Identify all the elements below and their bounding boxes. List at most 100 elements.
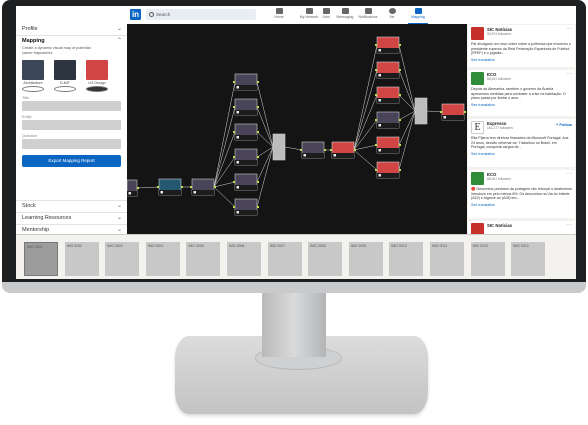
option-thumbnail-ux-design[interactable] bbox=[86, 60, 108, 80]
title-field[interactable] bbox=[22, 101, 121, 111]
network-icon bbox=[305, 8, 313, 14]
option-thumbnail-dmit[interactable] bbox=[54, 60, 76, 80]
option-label: Architecture bbox=[23, 81, 43, 85]
map-node[interactable] bbox=[375, 61, 401, 79]
strip-thumbnail[interactable]: IMG 0005 bbox=[186, 242, 221, 276]
map-node[interactable] bbox=[157, 178, 183, 196]
entity-field[interactable] bbox=[22, 120, 121, 130]
map-junction[interactable] bbox=[414, 97, 428, 125]
mapping-icon bbox=[414, 8, 422, 14]
avatar[interactable] bbox=[471, 72, 484, 85]
feed-card[interactable]: ECO 68,541 followers ··· 🔴 Descontos prev… bbox=[468, 170, 575, 218]
feed-author[interactable]: SIC Notícias bbox=[487, 223, 512, 228]
map-edge bbox=[353, 69, 378, 151]
nav-home-label: Home bbox=[274, 15, 284, 19]
strip-thumbnail[interactable]: IMG 0008 bbox=[308, 242, 343, 276]
feed-text: Pai divulgado um novo vídeo sobre a polé… bbox=[471, 42, 571, 56]
map-node[interactable] bbox=[375, 36, 401, 54]
map-node[interactable] bbox=[190, 178, 216, 196]
avatar[interactable] bbox=[471, 172, 484, 185]
feed-text: 🔴 Descontos previstos da portagem vão re… bbox=[471, 187, 572, 201]
map-node[interactable] bbox=[233, 148, 259, 166]
see-translation-link[interactable]: See translation bbox=[471, 203, 572, 207]
map-node[interactable] bbox=[233, 123, 259, 141]
map-node[interactable] bbox=[300, 141, 326, 159]
feed-card[interactable]: SIC Notícias ··· bbox=[468, 221, 575, 234]
chevron-down-icon: ⌄ bbox=[116, 26, 122, 32]
feed-card[interactable]: SIC Notícias 90,574 followers ··· Pai div… bbox=[468, 25, 575, 67]
see-translation-link[interactable]: See translation bbox=[471, 58, 572, 62]
question-field[interactable] bbox=[22, 139, 121, 149]
map-edge bbox=[398, 44, 416, 112]
section-profile[interactable]: Profile ⌄ bbox=[16, 24, 127, 36]
strip-thumbnail[interactable]: IMG 0013 bbox=[511, 242, 546, 276]
map-node[interactable] bbox=[233, 98, 259, 116]
map-node[interactable] bbox=[127, 179, 139, 197]
map-junction[interactable] bbox=[272, 133, 286, 161]
strip-thumbnail[interactable]: IMG 0001 bbox=[24, 242, 58, 276]
avatar[interactable] bbox=[471, 27, 484, 40]
section-stock[interactable]: Stock ⌄ bbox=[16, 200, 127, 213]
map-edge bbox=[398, 69, 416, 112]
monitor-stand bbox=[262, 293, 326, 357]
map-node[interactable] bbox=[375, 111, 401, 129]
map-node[interactable] bbox=[233, 73, 259, 91]
nav-jobs[interactable]: Jobs bbox=[316, 8, 336, 23]
section-stock-label: Stock bbox=[22, 203, 36, 209]
strip-thumbnail[interactable]: IMG 0009 bbox=[348, 242, 383, 276]
field-label: Title bbox=[22, 96, 30, 100]
strip-thumbnail[interactable]: IMG 0010 bbox=[389, 242, 424, 276]
strip-thumbnail[interactable]: IMG 0011 bbox=[430, 242, 464, 276]
nav-notifications[interactable]: Notifications bbox=[358, 8, 378, 23]
expresso-logo[interactable]: E bbox=[471, 121, 484, 134]
radio-dmit[interactable] bbox=[54, 86, 76, 92]
field-label: Entity bbox=[22, 115, 32, 119]
more-icon[interactable]: ··· bbox=[567, 222, 572, 228]
follow-button[interactable]: + Follow bbox=[556, 122, 572, 127]
map-node[interactable] bbox=[233, 173, 259, 191]
section-learning-resources[interactable]: Learning Resources ⌄ bbox=[16, 213, 127, 225]
chevron-up-icon: ⌃ bbox=[116, 38, 122, 44]
news-feed: SIC Notícias 90,574 followers ··· Pai div… bbox=[467, 24, 576, 234]
export-mapping-report-button[interactable]: Export Mapping Report bbox=[22, 155, 121, 167]
map-edge bbox=[426, 110, 443, 113]
avatar[interactable] bbox=[471, 223, 484, 234]
more-icon[interactable]: ··· bbox=[567, 26, 572, 32]
map-node[interactable] bbox=[233, 198, 259, 216]
career-map-canvas[interactable] bbox=[127, 24, 467, 234]
more-icon[interactable]: ··· bbox=[567, 71, 572, 77]
see-translation-link[interactable]: See translation bbox=[471, 152, 572, 156]
nav-messaging[interactable]: Messaging bbox=[335, 8, 355, 23]
more-icon[interactable]: ··· bbox=[567, 171, 572, 177]
nav-me[interactable]: Me bbox=[382, 8, 402, 23]
strip-thumbnail[interactable]: IMG 0007 bbox=[267, 242, 302, 276]
strip-thumbnail[interactable]: IMG 0003 bbox=[105, 242, 140, 276]
map-node[interactable] bbox=[375, 86, 401, 104]
option-label: UX Design bbox=[88, 81, 106, 85]
nav-home[interactable]: Home bbox=[269, 8, 289, 23]
strip-thumbnail[interactable]: IMG 0012 bbox=[470, 242, 505, 276]
feed-card[interactable]: ECO 68,541 followers ··· Depois da Aleman… bbox=[468, 70, 575, 116]
strip-thumbnail[interactable]: IMG 0006 bbox=[227, 242, 261, 276]
nav-mapping[interactable]: Mapping bbox=[408, 8, 428, 24]
see-translation-link[interactable]: See translation bbox=[471, 103, 572, 107]
map-node[interactable] bbox=[375, 136, 401, 154]
map-node[interactable] bbox=[330, 141, 356, 159]
strip-thumbnail[interactable]: IMG 0002 bbox=[64, 242, 99, 276]
option-thumbnail-architecture[interactable] bbox=[22, 60, 44, 80]
strip-thumbnail[interactable]: IMG 0004 bbox=[145, 242, 180, 276]
linkedin-logo[interactable]: in bbox=[130, 9, 141, 20]
chevron-down-icon: ⌄ bbox=[116, 215, 122, 221]
map-node[interactable] bbox=[375, 161, 401, 179]
map-edge bbox=[213, 131, 236, 188]
map-node[interactable] bbox=[440, 103, 466, 121]
radio-ux-design[interactable] bbox=[86, 86, 108, 92]
search-input[interactable]: Search bbox=[146, 9, 256, 20]
feed-card[interactable]: E Expresso 161,277 followers + Follow Rita… bbox=[468, 119, 575, 167]
option-radios bbox=[22, 86, 121, 92]
mapping-title[interactable]: Mapping ⌃ bbox=[22, 36, 122, 46]
monitor-chin bbox=[2, 282, 586, 293]
image-strip: IMG 0001 IMG 0002 IMG 0003 IMG 0004 IMG 0005… bbox=[16, 234, 576, 279]
radio-architecture[interactable] bbox=[22, 86, 44, 92]
nav-messaging-label: Messaging bbox=[336, 15, 354, 19]
